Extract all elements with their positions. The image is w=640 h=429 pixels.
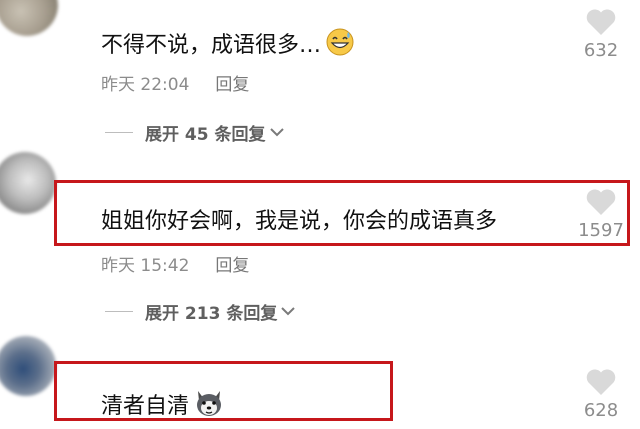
expand-label: 展开 45 条回复	[145, 125, 266, 145]
comment-meta-1: 昨天 22:04 回复	[101, 70, 249, 95]
comment-meta-2: 昨天 15:42 回复	[101, 251, 249, 276]
like-button-3[interactable]: 628	[571, 368, 631, 421]
avatar[interactable]	[0, 0, 58, 36]
heart-icon	[586, 369, 616, 395]
expand-replies-1[interactable]: 展开 45 条回复	[105, 120, 284, 145]
highlight-box	[54, 180, 630, 246]
comment-text: 不得不说，成语很多…	[101, 33, 322, 58]
chevron-down-icon	[281, 304, 296, 320]
avatar[interactable]	[0, 336, 56, 396]
like-count: 632	[583, 40, 619, 61]
like-count: 628	[583, 400, 619, 421]
timestamp: 昨天 15:42	[101, 256, 190, 276]
comment-text-1: 不得不说，成语很多…	[101, 27, 355, 65]
avatar[interactable]	[0, 152, 56, 214]
reply-button[interactable]: 回复	[215, 256, 249, 276]
like-button-1[interactable]: 632	[571, 8, 631, 61]
expand-replies-2[interactable]: 展开 213 条回复	[105, 299, 296, 324]
divider-line	[105, 311, 133, 312]
grinning-sweat-emoji	[325, 27, 355, 65]
divider-line	[105, 132, 133, 133]
heart-icon	[586, 9, 616, 36]
highlight-box	[54, 361, 393, 421]
expand-label: 展开 213 条回复	[145, 304, 278, 324]
timestamp: 昨天 22:04	[101, 75, 190, 95]
chevron-down-icon	[269, 125, 284, 141]
reply-button[interactable]: 回复	[215, 75, 249, 95]
